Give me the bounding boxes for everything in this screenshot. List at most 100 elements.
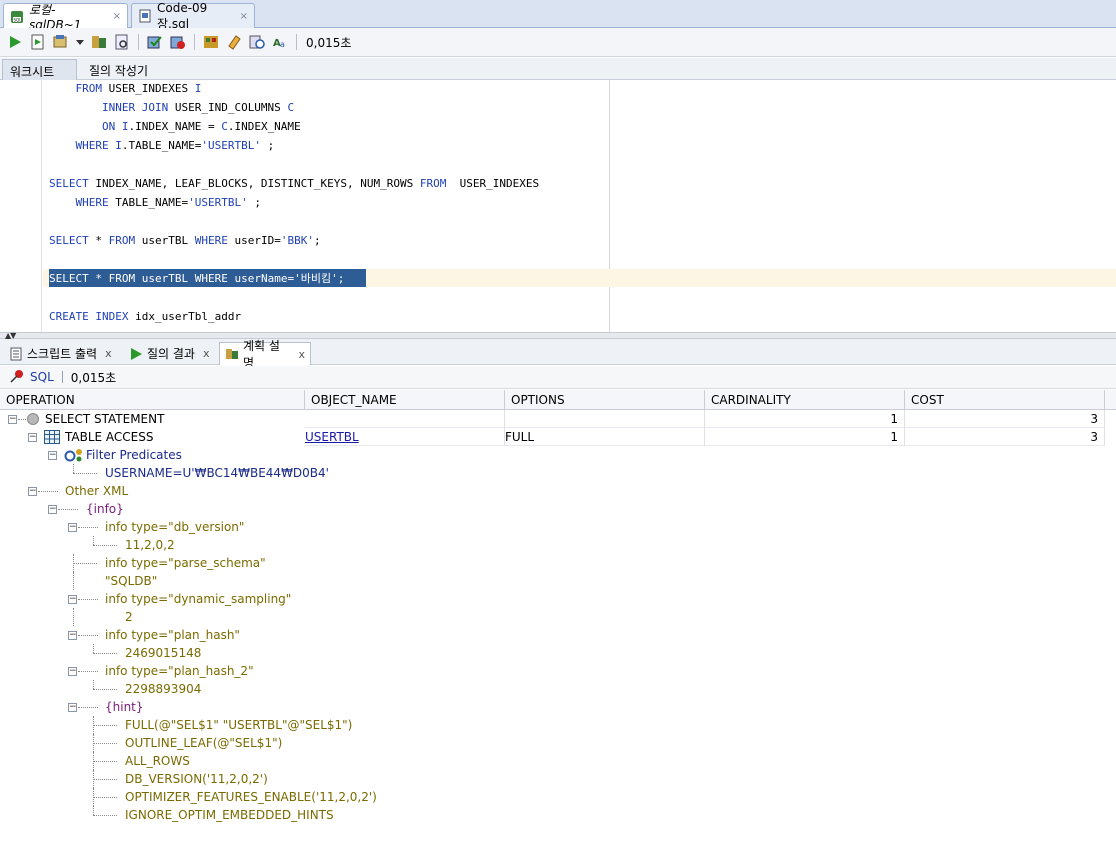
column-header-options[interactable]: OPTIONS [505,390,705,410]
tree-node[interactable]: 2298893904 [0,680,1116,698]
code-line[interactable]: CREATE INDEX idx_userTbl_addr [49,309,241,325]
info-value: 2 [125,610,133,624]
tab-explain-plan[interactable]: 계획 설명 x [219,339,311,370]
close-icon[interactable]: × [113,11,121,22]
collapse-toggle[interactable]: − [48,505,57,514]
code-line[interactable]: SELECT * FROM userTBL WHERE userName='바비… [49,271,344,287]
info-value: "SQLDB" [105,574,158,588]
clear-eraser-icon[interactable] [225,33,243,51]
code-line[interactable]: WHERE TABLE_NAME='USERTBL' ; [49,195,261,211]
object-cell [305,410,505,428]
tree-connector [93,806,94,815]
tree-node[interactable]: USERNAME=U'₩BC14₩BE44₩D0B4' [0,464,1116,482]
info-node: info type="parse_schema" [105,556,266,570]
table-row[interactable]: − TABLE ACCESS USERTBL FULL 1 3 [0,428,1116,446]
column-header-operation[interactable]: OPERATION [0,390,305,410]
code-token: ; [337,272,345,285]
tree-node[interactable]: − info type="plan_hash" [0,626,1116,644]
run-statement-icon[interactable] [6,33,24,51]
rollback-icon[interactable] [169,33,187,51]
collapse-toggle[interactable]: − [48,451,57,460]
explain-plan-icon[interactable] [90,33,108,51]
chevron-down-icon[interactable] [75,33,85,51]
cost-cell: 3 [905,428,1105,446]
collapse-toggle[interactable]: − [68,523,77,532]
svg-text:a: a [280,40,285,49]
collapse-toggle[interactable]: − [28,433,37,442]
table-row[interactable]: − SELECT STATEMENT 1 3 [0,410,1116,428]
sql-file-icon [138,9,152,23]
code-line[interactable]: FROM USER_INDEXES I [49,81,202,97]
collapse-toggle[interactable]: − [68,667,77,676]
tree-connector [93,779,117,780]
tab-query-builder[interactable]: 질의 작성기 [82,59,155,80]
code-line[interactable]: SELECT * FROM userTBL WHERE userID='BBK'… [49,233,321,249]
close-icon[interactable]: x [203,347,210,360]
code-line[interactable]: WHERE I.TABLE_NAME='USERTBL' ; [49,138,275,154]
tree-node[interactable]: OUTLINE_LEAF(@"SEL$1") [0,734,1116,752]
tree-node[interactable]: OPTIMIZER_FEATURES_ENABLE('11,2,0,2') [0,788,1116,806]
tree-node[interactable]: FULL(@"SEL$1" "USERTBL"@"SEL$1") [0,716,1116,734]
collapse-toggle[interactable]: − [68,631,77,640]
code-token: WHERE [75,139,109,152]
code-token: WHERE [75,196,109,209]
tab-code-sql-file[interactable]: Code-09장.sql × [131,1,255,31]
sql-tuning-advisor-icon[interactable] [202,33,220,51]
code-token: userID= [227,234,281,247]
tree-node[interactable]: ALL_ROWS [0,752,1116,770]
pin-icon[interactable] [10,369,24,386]
format-case-icon[interactable]: Aa [271,33,289,51]
tab-label: 스크립트 출력 [27,347,98,361]
tab-script-output[interactable]: 스크립트 출력 x [4,342,124,365]
tab-query-result[interactable]: 질의 결과 x [124,342,218,365]
code-token: .INDEX_NAME = [128,120,222,133]
sql-editor[interactable]: FROM USER_INDEXES I INNER JOIN USER_IND_… [0,80,1116,332]
code-token: * [88,272,109,285]
code-line[interactable]: ON I.INDEX_NAME = C.INDEX_NAME [49,119,301,135]
tree-node[interactable]: − info type="db_version" [0,518,1116,536]
run-script-icon[interactable] [29,33,47,51]
tab-sqldb-connection[interactable]: SQL 로컬-sqlDB~1 × [3,3,128,32]
column-header-cost[interactable]: COST [905,390,1105,410]
tree-node[interactable]: 2 [0,608,1116,626]
collapse-toggle[interactable]: − [8,415,17,424]
pane-splitter[interactable]: ▲▼ [0,331,1116,340]
object-link[interactable]: USERTBL [305,428,505,446]
column-header-object-name[interactable]: OBJECT_NAME [305,390,505,410]
code-token: I [115,139,122,152]
tree-node[interactable]: "SQLDB" [0,572,1116,590]
tree-node[interactable]: − {hint} [0,698,1116,716]
code-line[interactable]: SELECT INDEX_NAME, LEAF_BLOCKS, DISTINCT… [49,176,539,192]
close-icon[interactable]: x [298,348,305,361]
tree-node[interactable]: − Other XML [0,482,1116,500]
hint-value: OPTIMIZER_FEATURES_ENABLE('11,2,0,2') [125,790,377,804]
tree-connector [78,635,98,636]
autotrace-icon[interactable] [113,33,131,51]
tab-worksheet[interactable]: 워크시트 [2,59,77,80]
tree-node[interactable]: 11,2,0,2 [0,536,1116,554]
tree-node[interactable]: IGNORE_OPTIM_EMBEDDED_HINTS [0,806,1116,824]
column-header-cardinality[interactable]: CARDINALITY [705,390,905,410]
hint-value: DB_VERSION('11,2,0,2') [125,772,268,786]
execute-sql-icon[interactable] [52,33,70,51]
filter-icon [64,448,84,465]
sql-link[interactable]: SQL [30,370,54,384]
tree-node[interactable]: 2469015148 [0,644,1116,662]
tree-node[interactable]: − {info} [0,500,1116,518]
collapse-toggle[interactable]: − [68,595,77,604]
code-line[interactable]: INNER JOIN USER_IND_COLUMNS C [49,100,294,116]
sql-history-icon[interactable] [248,33,266,51]
close-icon[interactable]: x [105,347,112,360]
collapse-toggle[interactable]: − [28,487,37,496]
tree-node[interactable]: − Filter Predicates [0,446,1116,464]
close-icon[interactable]: × [240,11,248,22]
commit-icon[interactable] [146,33,164,51]
tree-node[interactable]: − info type="dynamic_sampling" [0,590,1116,608]
tree-node[interactable]: − info type="plan_hash_2" [0,662,1116,680]
tree-node[interactable]: info type="parse_schema" [0,554,1116,572]
collapse-toggle[interactable]: − [68,703,77,712]
code-token: '바비킴' [294,272,338,285]
tree-node[interactable]: DB_VERSION('11,2,0,2') [0,770,1116,788]
